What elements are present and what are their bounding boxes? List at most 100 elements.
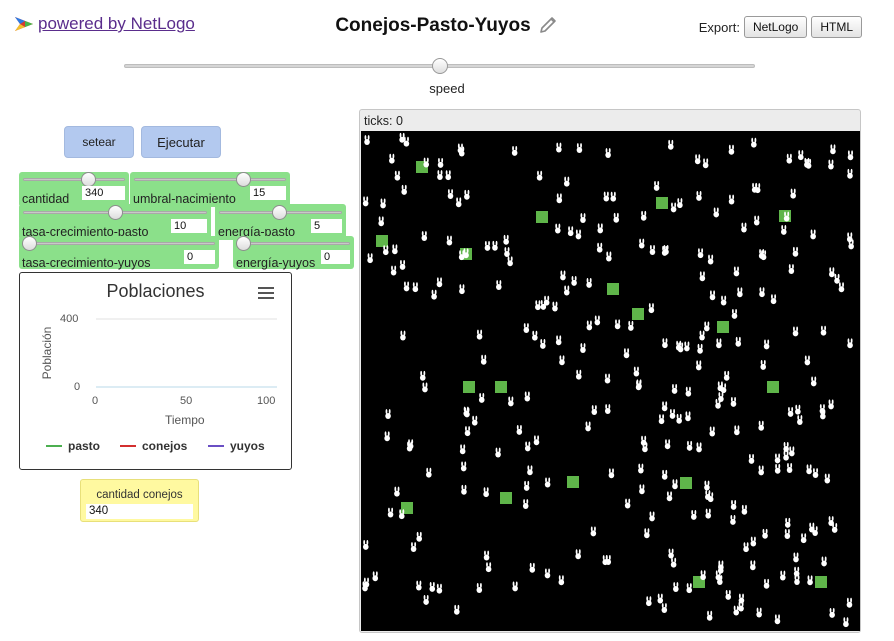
monitor-cantidad-conejos: cantidad conejos 340 bbox=[80, 479, 199, 522]
slider-thumb[interactable] bbox=[108, 205, 123, 220]
rabbit bbox=[846, 232, 853, 243]
legend-item-conejos[interactable]: conejos bbox=[120, 439, 187, 453]
rabbit bbox=[422, 382, 428, 393]
rabbit bbox=[786, 463, 793, 473]
rabbit bbox=[696, 190, 702, 201]
export-netlogo-button[interactable]: NetLogo bbox=[743, 16, 808, 38]
rabbit bbox=[459, 284, 465, 295]
slider-track[interactable] bbox=[23, 178, 125, 181]
x-tick: 0 bbox=[92, 395, 99, 407]
export-html-button[interactable]: HTML bbox=[811, 16, 862, 38]
monitor-value: 340 bbox=[86, 504, 193, 519]
rabbit bbox=[685, 411, 691, 422]
slider-thumb[interactable] bbox=[272, 205, 287, 220]
legend-item-yuyos[interactable]: yuyos bbox=[208, 439, 265, 453]
x-axis-label: Tiempo bbox=[165, 413, 205, 427]
slider-track[interactable] bbox=[237, 242, 350, 245]
rabbit bbox=[774, 614, 781, 625]
rabbit bbox=[476, 583, 483, 593]
slider-energia-pasto[interactable]: energía-pasto 5 bbox=[215, 204, 346, 240]
rabbit bbox=[638, 238, 645, 249]
rabbit bbox=[821, 556, 827, 567]
rabbit bbox=[400, 330, 406, 341]
rabbit bbox=[423, 157, 430, 168]
rabbit bbox=[668, 548, 674, 559]
brand-link-text[interactable]: powered by NetLogo bbox=[38, 14, 195, 34]
legend-item-pasto[interactable]: pasto bbox=[46, 439, 100, 453]
grass-patch bbox=[717, 321, 729, 333]
rabbit bbox=[751, 137, 757, 148]
speed-slider-thumb[interactable] bbox=[432, 58, 448, 74]
rabbit bbox=[447, 189, 454, 200]
rabbit bbox=[436, 583, 443, 594]
rabbit bbox=[640, 435, 647, 446]
rabbit bbox=[464, 189, 470, 200]
rabbit bbox=[806, 464, 812, 475]
slider-thumb[interactable] bbox=[81, 172, 96, 187]
slider-tasa-crecimiento-yuyos[interactable]: tasa-crecimiento-yuyos 0 bbox=[19, 236, 219, 270]
slider-thumb[interactable] bbox=[22, 236, 37, 251]
rabbit bbox=[741, 504, 748, 515]
rabbit bbox=[387, 507, 394, 518]
rabbit bbox=[648, 303, 655, 314]
go-button[interactable]: Ejecutar bbox=[141, 126, 221, 158]
rabbit bbox=[795, 404, 801, 415]
y-axis-label: Población bbox=[40, 326, 54, 380]
rabbit bbox=[563, 285, 570, 296]
slider-value[interactable]: 0 bbox=[184, 250, 215, 264]
slider-value[interactable]: 15 bbox=[250, 186, 286, 200]
rabbit bbox=[790, 188, 796, 199]
rabbit bbox=[697, 248, 704, 259]
slider-umbral-nacimiento[interactable]: umbral-nacimiento 15 bbox=[130, 172, 290, 207]
slider-value[interactable]: 0 bbox=[321, 250, 350, 264]
world-canvas[interactable] bbox=[361, 131, 860, 631]
slider-thumb[interactable] bbox=[236, 172, 251, 187]
rabbit bbox=[653, 181, 660, 191]
slider-value[interactable]: 340 bbox=[82, 186, 125, 200]
rabbit bbox=[810, 229, 816, 240]
rabbit bbox=[423, 595, 429, 605]
rabbit bbox=[403, 281, 410, 292]
rabbit bbox=[696, 442, 702, 453]
rabbit bbox=[808, 522, 815, 533]
rabbit bbox=[828, 516, 834, 527]
rabbit bbox=[728, 194, 735, 205]
rabbit bbox=[596, 242, 603, 253]
slider-value[interactable]: 5 bbox=[311, 219, 342, 233]
rabbit bbox=[828, 159, 834, 170]
rabbit bbox=[495, 447, 501, 458]
rabbit bbox=[743, 542, 749, 553]
rabbit bbox=[699, 271, 706, 282]
pencil-edit-icon[interactable] bbox=[539, 14, 559, 34]
rabbit bbox=[846, 597, 853, 608]
rabbit bbox=[392, 244, 398, 255]
slider-cantidad[interactable]: cantidad 340 bbox=[19, 172, 129, 207]
slider-value[interactable]: 10 bbox=[171, 219, 207, 233]
rabbit bbox=[580, 343, 586, 354]
rabbit bbox=[706, 610, 713, 621]
rabbit bbox=[367, 253, 373, 264]
netlogo-brand-link[interactable]: powered by NetLogo bbox=[14, 14, 195, 34]
rabbit bbox=[792, 326, 799, 337]
rabbit bbox=[829, 267, 835, 278]
slider-thumb[interactable] bbox=[236, 236, 251, 251]
slider-track[interactable] bbox=[134, 178, 286, 181]
rabbit bbox=[613, 212, 620, 223]
rabbit bbox=[594, 315, 601, 326]
rabbit bbox=[591, 405, 598, 415]
rabbit bbox=[670, 202, 677, 213]
population-plot: Poblaciones 400 0 0 50 100 Población Tie… bbox=[19, 272, 292, 470]
rabbit bbox=[774, 463, 781, 474]
rabbit bbox=[754, 183, 761, 194]
rabbit bbox=[847, 168, 853, 179]
slider-energia-yuyos[interactable]: energía-yuyos 0 bbox=[233, 236, 354, 270]
rabbit bbox=[763, 339, 770, 350]
slider-track[interactable] bbox=[23, 242, 215, 245]
rabbit bbox=[670, 557, 677, 568]
rabbit bbox=[555, 223, 561, 234]
slider-tasa-crecimiento-pasto[interactable]: tasa-crecimiento-pasto 10 bbox=[19, 204, 211, 240]
rabbit bbox=[633, 366, 640, 377]
rabbit bbox=[380, 198, 386, 209]
setup-button[interactable]: setear bbox=[64, 126, 134, 158]
rabbit bbox=[847, 338, 853, 349]
